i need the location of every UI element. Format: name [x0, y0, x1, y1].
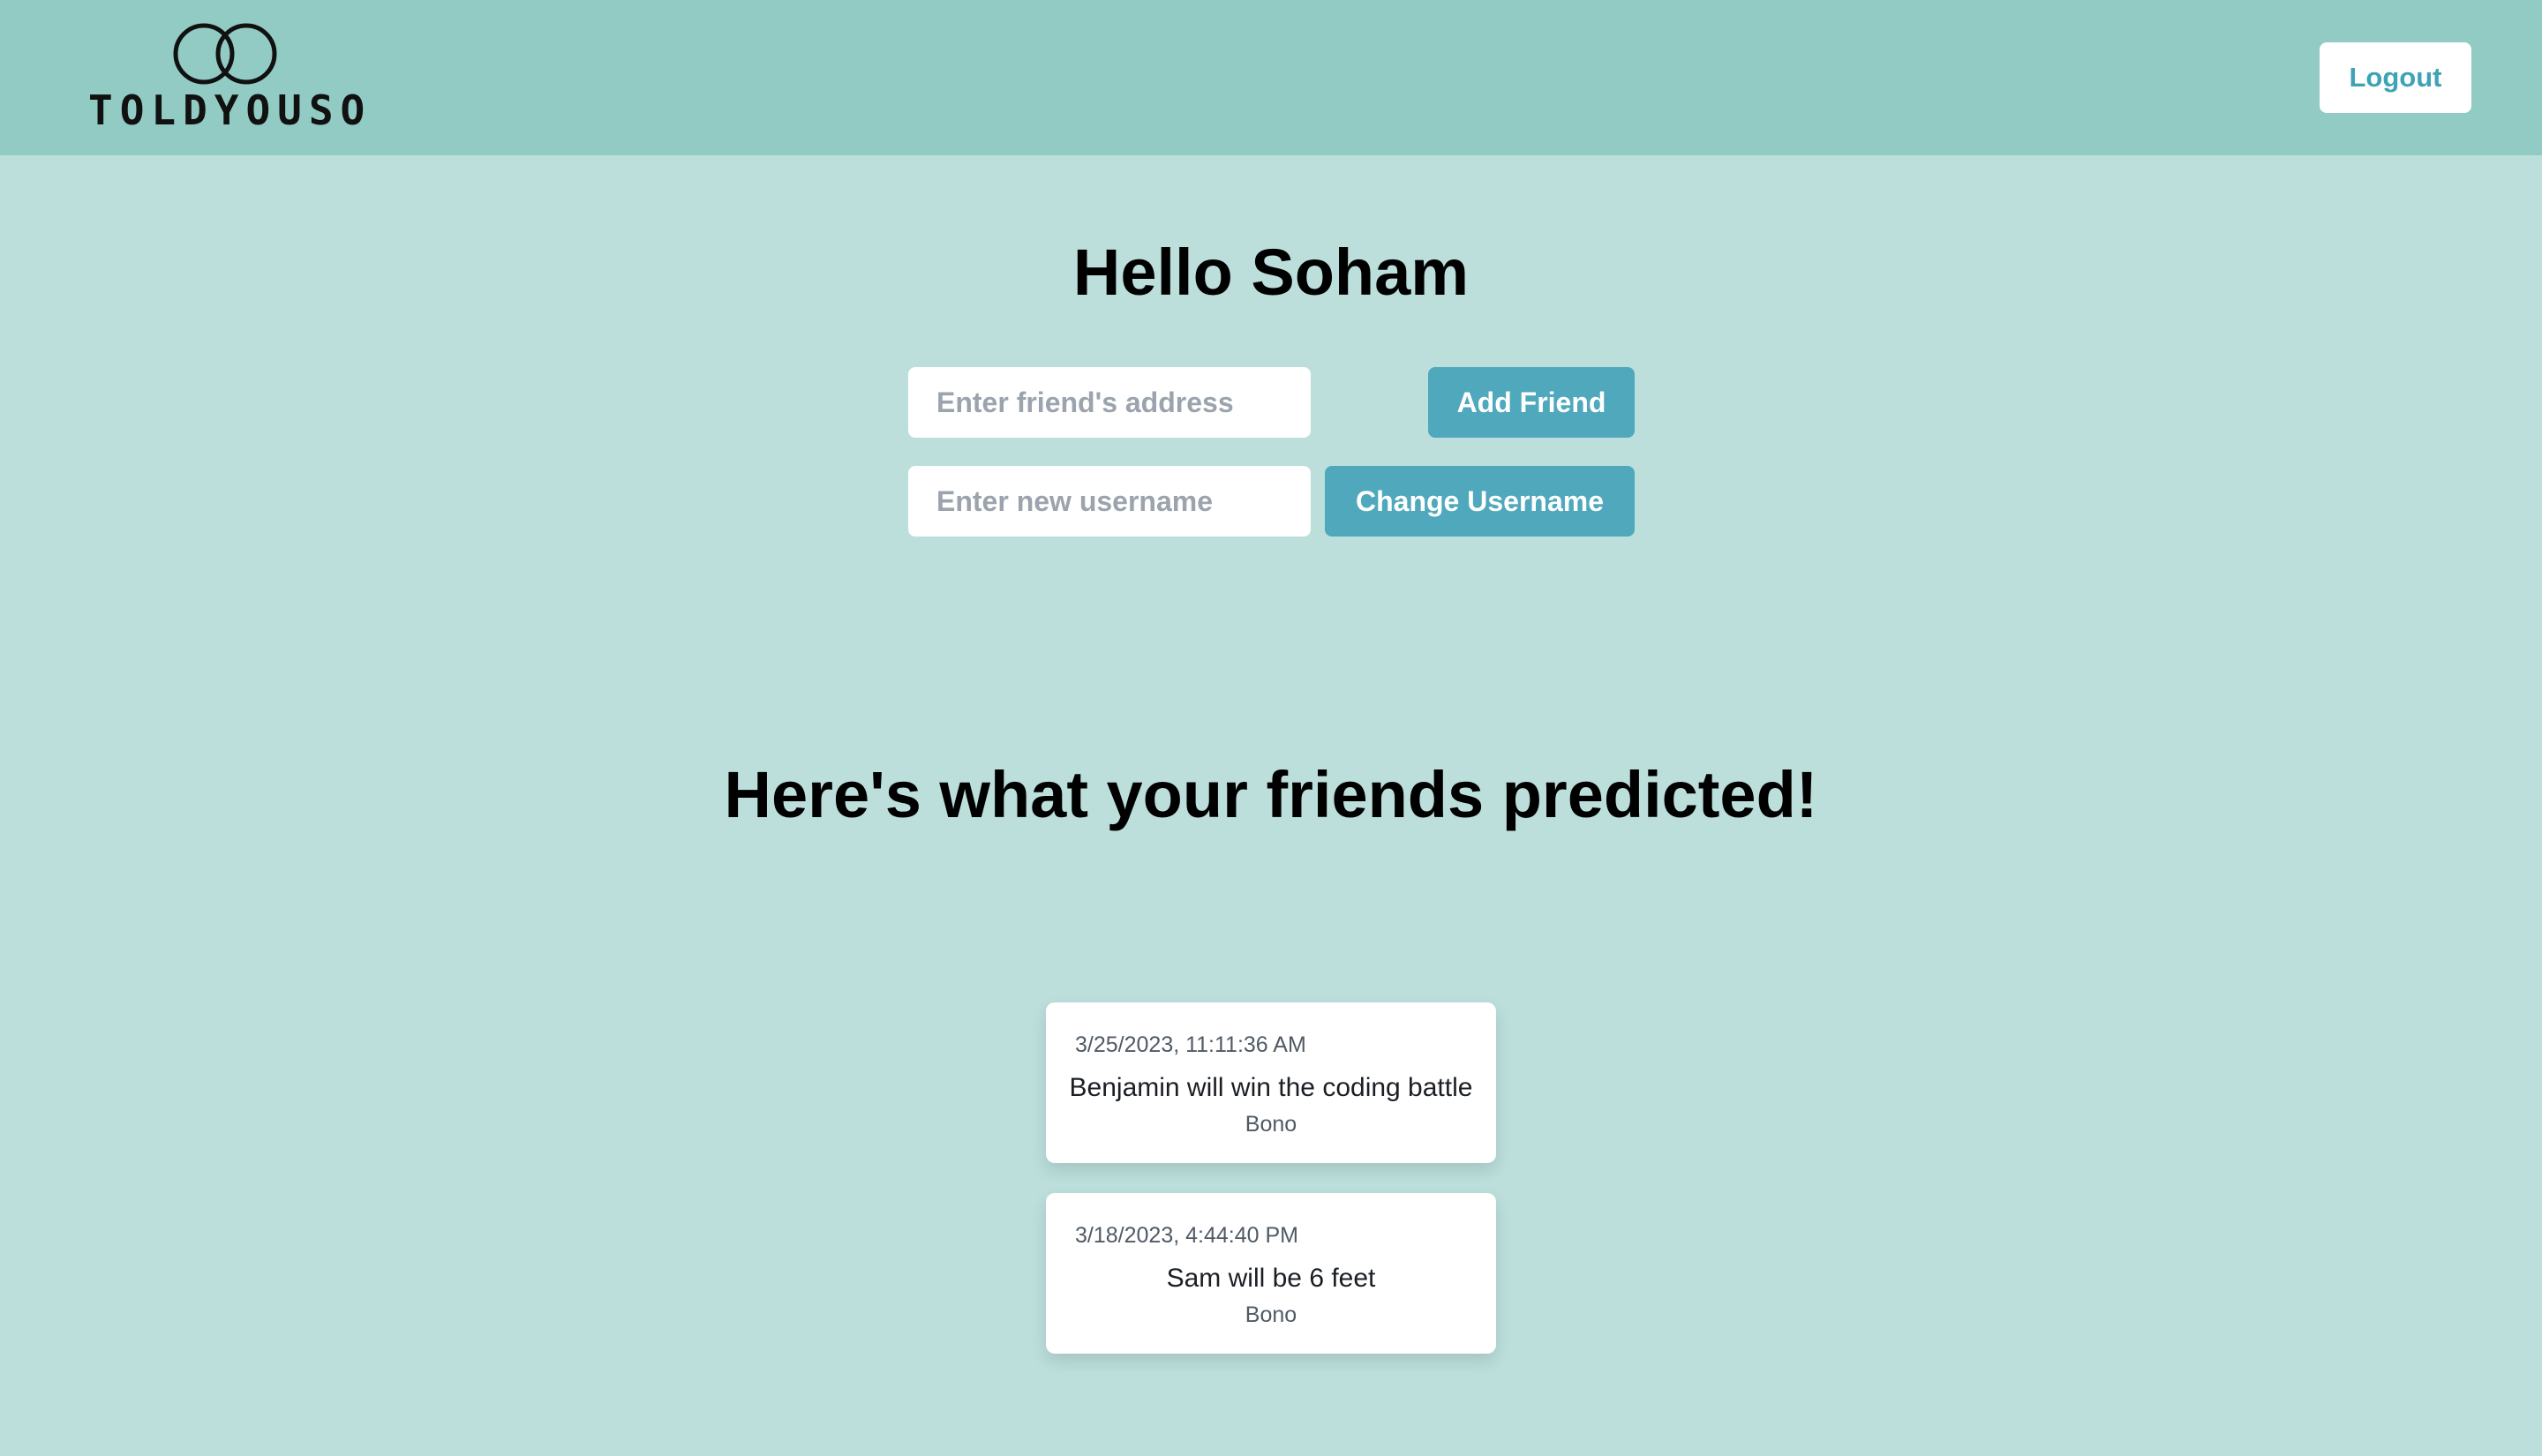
add-friend-button[interactable]: Add Friend [1428, 367, 1635, 438]
prediction-card: 3/25/2023, 11:11:36 AM Benjamin will win… [1046, 1002, 1496, 1163]
prediction-author: Bono [1245, 1112, 1297, 1137]
friend-address-input[interactable] [908, 367, 1311, 438]
top-bar: TOLDYOUSO Logout [0, 0, 2542, 155]
interlocking-rings-icon [173, 23, 277, 85]
prediction-timestamp: 3/18/2023, 4:44:40 PM [1075, 1223, 1298, 1248]
logo[interactable]: TOLDYOUSO [88, 23, 371, 136]
prediction-text: Sam will be 6 feet [1166, 1264, 1376, 1293]
prediction-card: 3/18/2023, 4:44:40 PM Sam will be 6 feet… [1046, 1193, 1496, 1354]
prediction-text: Benjamin will win the coding battle [1069, 1073, 1473, 1102]
change-username-button[interactable]: Change Username [1325, 466, 1635, 537]
logout-button[interactable]: Logout [2320, 42, 2471, 113]
greeting-heading: Hello Soham [1072, 236, 1470, 309]
prediction-author: Bono [1245, 1302, 1297, 1327]
prediction-timestamp: 3/25/2023, 11:11:36 AM [1075, 1032, 1306, 1057]
logo-wordmark: TOLDYOUSO [88, 86, 372, 134]
new-username-input[interactable] [908, 466, 1311, 537]
predictions-heading: Here's what your friends predicted! [724, 758, 1818, 831]
